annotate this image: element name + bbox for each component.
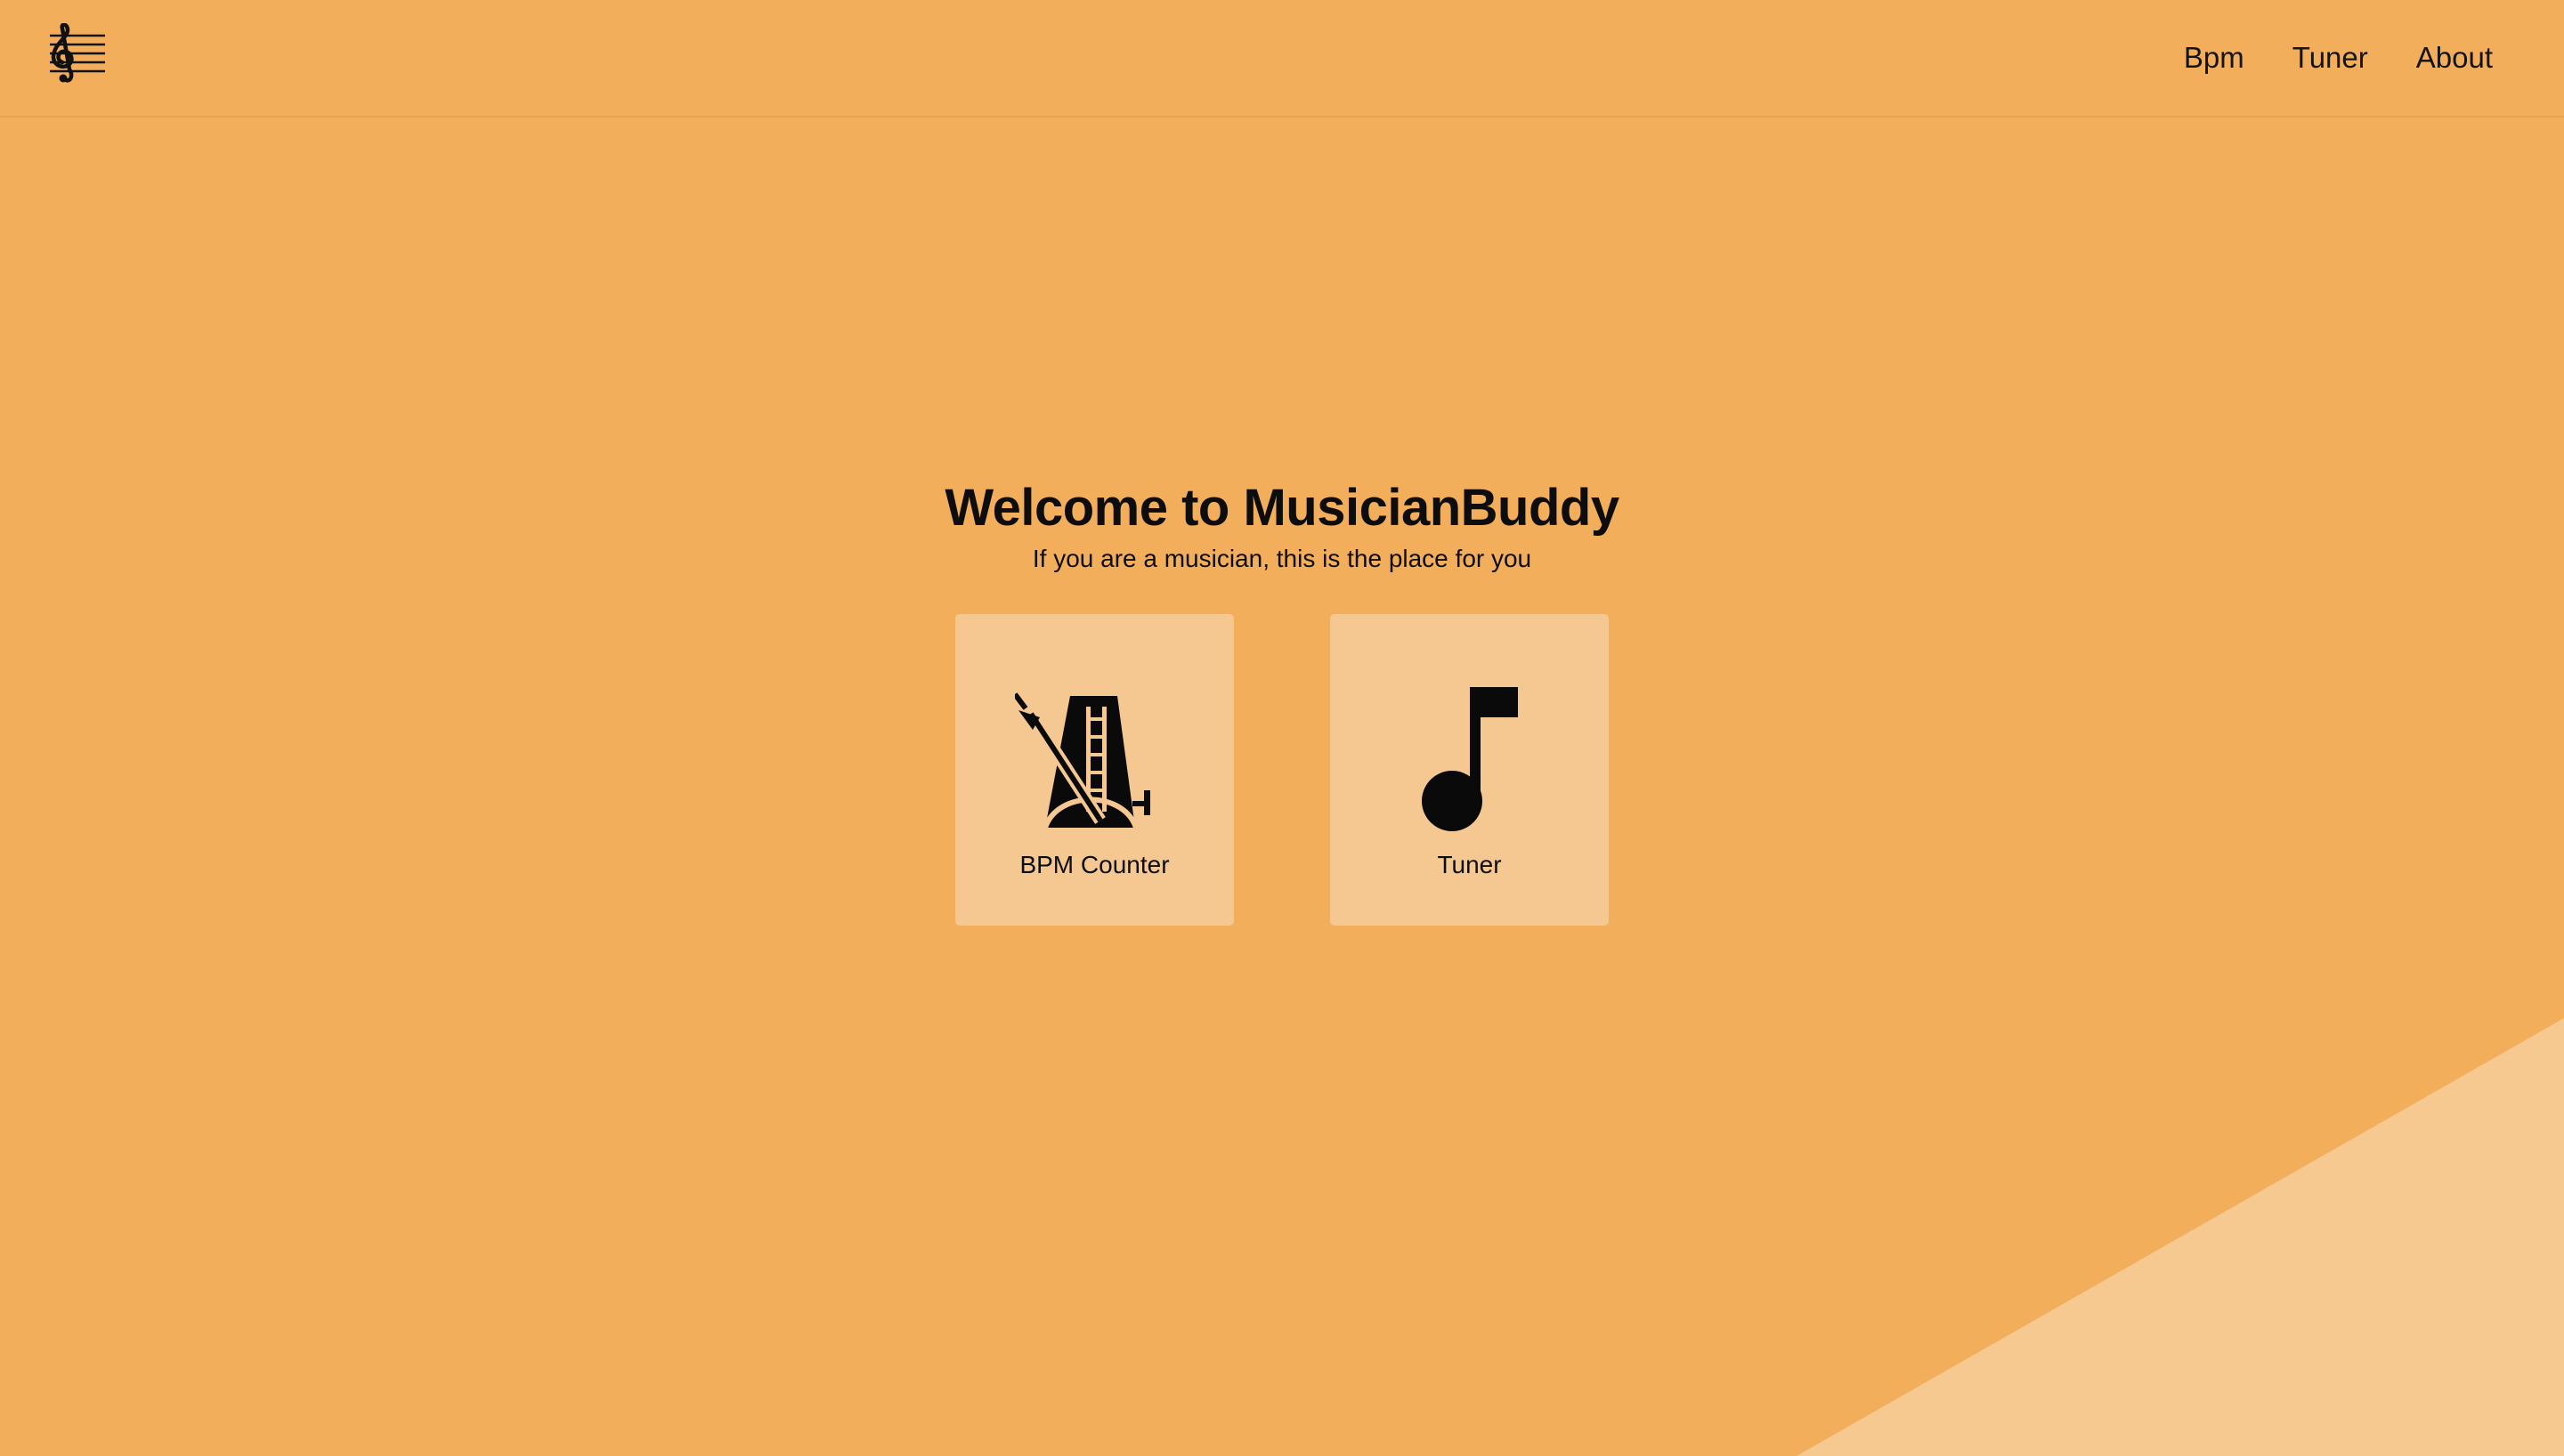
nav-link-tuner[interactable]: Tuner — [2292, 37, 2368, 78]
bpm-counter-label: BPM Counter — [1019, 851, 1170, 878]
music-note-icon — [1420, 684, 1520, 833]
top-navbar: Bpm Tuner About — [0, 0, 2564, 117]
treble-clef-logo-icon[interactable] — [46, 22, 109, 84]
page-title: Welcome to MusicianBuddy — [945, 479, 1619, 537]
metronome-icon — [1012, 691, 1175, 838]
main-nav: Bpm Tuner About — [2184, 37, 2493, 78]
hero-section: Welcome to MusicianBuddy If you are a mu… — [0, 475, 2564, 577]
bpm-counter-card[interactable]: BPM Counter — [955, 614, 1234, 926]
nav-link-about[interactable]: About — [2416, 37, 2493, 78]
tuner-label: Tuner — [1437, 851, 1502, 878]
corner-decoration — [1797, 1018, 2564, 1456]
nav-link-bpm[interactable]: Bpm — [2184, 37, 2244, 78]
page-subtitle: If you are a musician, this is the place… — [1032, 545, 1532, 572]
tuner-card[interactable]: Tuner — [1330, 614, 1609, 926]
